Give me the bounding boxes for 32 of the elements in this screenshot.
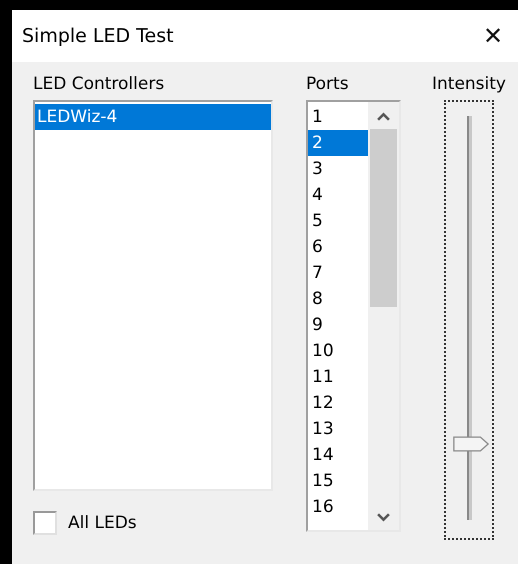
ports-list[interactable]: 1 2 3 4 5 6 7 8 9 10 11 12 13 14 15 16 <box>306 100 401 532</box>
port-item[interactable]: 8 <box>308 286 368 312</box>
port-item[interactable]: 5 <box>308 208 368 234</box>
port-item[interactable]: 14 <box>308 442 368 468</box>
port-item[interactable]: 3 <box>308 156 368 182</box>
port-item[interactable]: 1 <box>308 104 368 130</box>
ports-label: Ports <box>306 74 350 96</box>
scroll-down-icon[interactable] <box>377 513 390 522</box>
window-title: Simple LED Test <box>22 25 174 47</box>
port-item[interactable]: 15 <box>308 468 368 494</box>
port-item[interactable]: 9 <box>308 312 368 338</box>
controllers-label: LED Controllers <box>33 74 166 96</box>
port-item[interactable]: 12 <box>308 390 368 416</box>
controller-item[interactable]: LEDWiz-4 <box>35 104 271 130</box>
scroll-up-icon[interactable] <box>377 112 390 121</box>
port-item[interactable]: 16 <box>308 494 368 520</box>
port-item[interactable]: 2 <box>308 130 368 156</box>
port-item[interactable]: 7 <box>308 260 368 286</box>
scrollbar-thumb[interactable] <box>370 129 397 307</box>
port-item[interactable]: 13 <box>308 416 368 442</box>
controllers-list[interactable]: LEDWiz-4 <box>33 100 273 491</box>
scrollbar[interactable] <box>368 102 399 530</box>
port-item[interactable]: 11 <box>308 364 368 390</box>
port-item[interactable]: 6 <box>308 234 368 260</box>
intensity-slider[interactable] <box>444 100 494 540</box>
close-button[interactable]: ✕ <box>468 14 518 58</box>
checkbox-label: All LEDs <box>68 513 137 533</box>
port-item[interactable]: 10 <box>308 338 368 364</box>
slider-thumb[interactable] <box>452 436 488 452</box>
port-item[interactable]: 4 <box>308 182 368 208</box>
intensity-label: Intensity <box>432 74 506 96</box>
checkbox[interactable] <box>33 511 57 535</box>
